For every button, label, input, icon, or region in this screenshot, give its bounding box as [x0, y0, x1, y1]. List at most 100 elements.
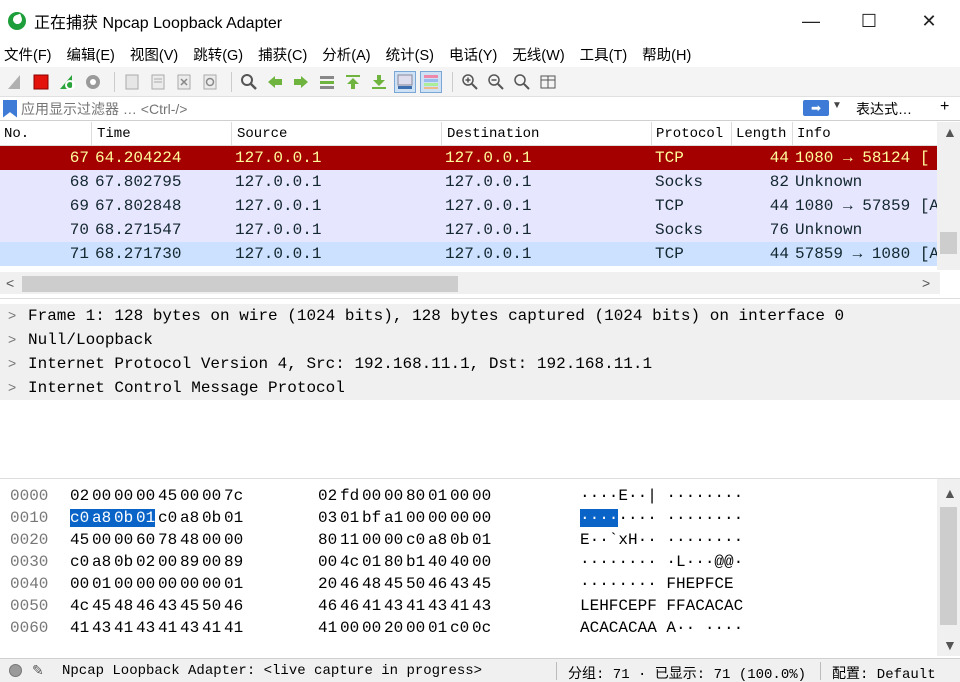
hex-ascii[interactable]: ACACACAA A·· ····	[580, 619, 743, 637]
hex-byte[interactable]: 00	[224, 531, 243, 549]
hex-byte[interactable]: 46	[224, 597, 243, 615]
hex-byte[interactable]: a8	[92, 509, 116, 527]
hex-byte[interactable]: 0b	[202, 509, 221, 527]
hex-byte[interactable]: 80	[384, 553, 403, 571]
column-header-destination[interactable]: Destination	[447, 126, 539, 142]
hex-byte[interactable]: 11	[340, 531, 359, 549]
go-last-icon[interactable]	[368, 71, 390, 93]
hex-byte[interactable]: 41	[318, 619, 337, 637]
hex-byte[interactable]: 7c	[224, 487, 243, 505]
go-to-packet-icon[interactable]	[316, 71, 338, 93]
column-header-info[interactable]: Info	[797, 126, 831, 142]
hex-row[interactable]: 0020 45 00 00 60 78 48 00 00 80 11 00 00 c0 a8 0b 01 E··`…	[0, 529, 937, 551]
packet-row[interactable]: 71 68.271730 127.0.0.1 127.0.0.1 TCP 44 …	[0, 242, 937, 266]
hex-byte[interactable]: 80	[318, 531, 337, 549]
profile-text[interactable]: 配置: Default	[832, 663, 936, 682]
hex-byte[interactable]: 46	[340, 575, 359, 593]
hex-byte[interactable]: 00	[340, 619, 359, 637]
hex-byte[interactable]: 02	[136, 553, 155, 571]
hex-byte[interactable]: 20	[384, 619, 403, 637]
hex-byte[interactable]: 01	[362, 553, 381, 571]
hex-ascii[interactable]: E··`xH·· ········	[580, 531, 743, 549]
scroll-up-icon[interactable]: ▲	[943, 485, 957, 501]
column-divider[interactable]	[441, 122, 442, 146]
packet-row[interactable]: 68 67.802795 127.0.0.1 127.0.0.1 Socks 8…	[0, 170, 937, 194]
hex-byte[interactable]: 00	[318, 553, 337, 571]
hex-byte[interactable]: 40	[428, 553, 447, 571]
hex-byte[interactable]: 00	[362, 531, 381, 549]
hex-row[interactable]: 0040 00 01 00 00 00 00 00 01 20 46 48 45 50 46 43 45 ····…	[0, 573, 937, 595]
packet-row[interactable]: 67 64.204224 127.0.0.1 127.0.0.1 TCP 44 …	[0, 146, 937, 170]
hex-byte[interactable]: 50	[202, 597, 221, 615]
hex-byte[interactable]: 45	[472, 575, 491, 593]
packet-row[interactable]: 70 68.271547 127.0.0.1 127.0.0.1 Socks 7…	[0, 218, 937, 242]
hex-row[interactable]: 0050 4c 45 48 46 43 45 50 46 46 46 41 43 41 43 41 43 LEHF…	[0, 595, 937, 617]
hex-byte[interactable]: 00	[114, 531, 133, 549]
filter-history-dropdown-icon[interactable]: ▼	[832, 100, 842, 111]
menu-tools[interactable]: 工具(T)	[580, 44, 628, 65]
hex-byte[interactable]: 0b	[450, 531, 469, 549]
hex-byte[interactable]: 01	[340, 509, 359, 527]
hex-byte[interactable]: 00	[472, 509, 491, 527]
hex-byte[interactable]: 02	[70, 487, 89, 505]
hex-byte[interactable]: 00	[202, 531, 221, 549]
hex-byte[interactable]: 46	[340, 597, 359, 615]
hex-byte[interactable]: a8	[180, 509, 199, 527]
open-file-icon[interactable]	[121, 71, 143, 93]
chevron-right-icon[interactable]: >	[8, 355, 16, 371]
hex-byte[interactable]: 0c	[472, 619, 491, 637]
hex-byte[interactable]: 00	[136, 487, 155, 505]
hex-byte[interactable]: 45	[70, 531, 89, 549]
hex-byte[interactable]: 01	[92, 575, 111, 593]
hex-byte[interactable]: 00	[114, 575, 133, 593]
zoom-in-icon[interactable]	[459, 71, 481, 93]
detail-tree-item[interactable]: > Null/Loopback	[0, 328, 960, 352]
hex-byte[interactable]: c0	[70, 553, 89, 571]
hex-byte[interactable]: c0	[158, 509, 177, 527]
hex-byte[interactable]: 00	[202, 553, 221, 571]
hex-byte[interactable]: 00	[472, 487, 491, 505]
hex-row[interactable]: 0030 c0 a8 0b 02 00 89 00 89 00 4c 01 80 b1 40 40 00 ····…	[0, 551, 937, 573]
bytes-vertical-scroll-thumb[interactable]	[940, 507, 957, 625]
chevron-right-icon[interactable]: >	[8, 379, 16, 395]
hex-byte[interactable]: 45	[384, 575, 403, 593]
column-header-protocol[interactable]: Protocol	[656, 126, 723, 142]
hex-byte[interactable]: 80	[406, 487, 425, 505]
hex-byte[interactable]: 03	[318, 509, 337, 527]
hex-byte[interactable]: 00	[92, 531, 111, 549]
find-packet-icon[interactable]	[238, 71, 260, 93]
packet-row[interactable]: 69 67.802848 127.0.0.1 127.0.0.1 TCP 44 …	[0, 194, 937, 218]
hex-byte[interactable]: c0	[450, 619, 469, 637]
hex-byte[interactable]: 45	[180, 597, 199, 615]
hex-ascii[interactable]: ········ ········	[580, 509, 743, 527]
hex-byte[interactable]: 50	[406, 575, 425, 593]
save-file-icon[interactable]	[147, 71, 169, 93]
hex-byte[interactable]: c0	[70, 509, 94, 527]
menu-file[interactable]: 文件(F)	[4, 44, 52, 65]
hex-byte[interactable]: a8	[92, 553, 111, 571]
column-divider[interactable]	[731, 122, 732, 146]
column-divider[interactable]	[91, 122, 92, 146]
hex-byte[interactable]: 45	[92, 597, 111, 615]
hex-byte[interactable]: 00	[114, 487, 133, 505]
hex-byte[interactable]: 43	[136, 619, 155, 637]
hex-ascii[interactable]: ····E··| ········	[580, 487, 743, 505]
hex-byte[interactable]: 00	[450, 487, 469, 505]
hex-byte[interactable]: 01	[136, 509, 156, 527]
hex-byte[interactable]: 45	[158, 487, 177, 505]
hex-byte[interactable]: 00	[70, 575, 89, 593]
hex-byte[interactable]: 00	[202, 487, 221, 505]
menu-go[interactable]: 跳转(G)	[193, 44, 243, 65]
hex-byte[interactable]: 41	[114, 619, 133, 637]
hex-byte[interactable]: 00	[180, 487, 199, 505]
hex-byte[interactable]: 89	[224, 553, 243, 571]
hex-ascii[interactable]: ········ ·L···@@·	[580, 553, 743, 571]
menu-telephony[interactable]: 电话(Y)	[449, 44, 497, 65]
hex-byte[interactable]: 00	[202, 575, 221, 593]
column-divider[interactable]	[651, 122, 652, 146]
hex-ascii[interactable]: LEHFCEPF FFACACAC	[580, 597, 743, 615]
menu-wireless[interactable]: 无线(W)	[512, 44, 564, 65]
hex-byte[interactable]: 46	[318, 597, 337, 615]
hex-byte[interactable]: 41	[202, 619, 221, 637]
column-header-length[interactable]: Length	[736, 126, 786, 142]
